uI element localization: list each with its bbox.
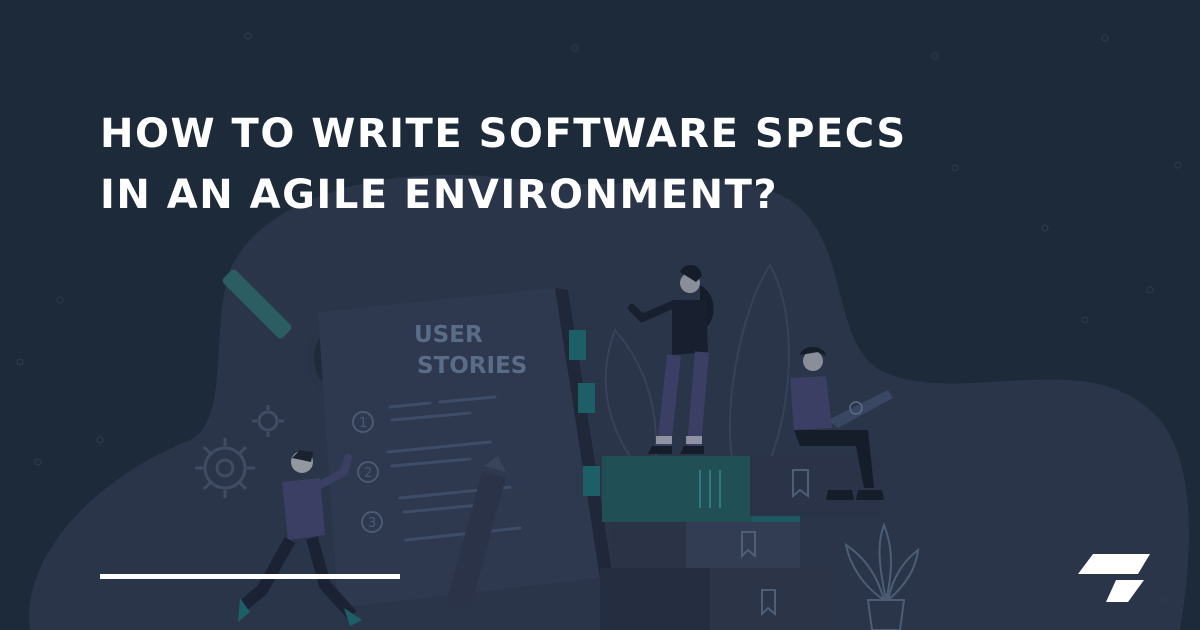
hero-banner: USER STORIES 1 2 3 HOW TO WRITE SOFTWARE… [0,0,1200,630]
step-1: 1 [359,416,367,431]
background-illustration: USER STORIES 1 2 3 [16,32,1189,630]
headline-line-2: IN AN AGILE ENVIRONMENT? [100,172,779,218]
accent-divider [100,574,400,579]
headline: HOW TO WRITE SOFTWARE SPECS IN AN AGILE … [100,104,1000,226]
book-title-line2: STORIES [417,353,527,379]
step-2: 2 [364,466,372,481]
book-title-line1: USER [414,322,483,348]
step-3: 3 [368,516,376,531]
headline-line-1: HOW TO WRITE SOFTWARE SPECS [100,111,907,157]
